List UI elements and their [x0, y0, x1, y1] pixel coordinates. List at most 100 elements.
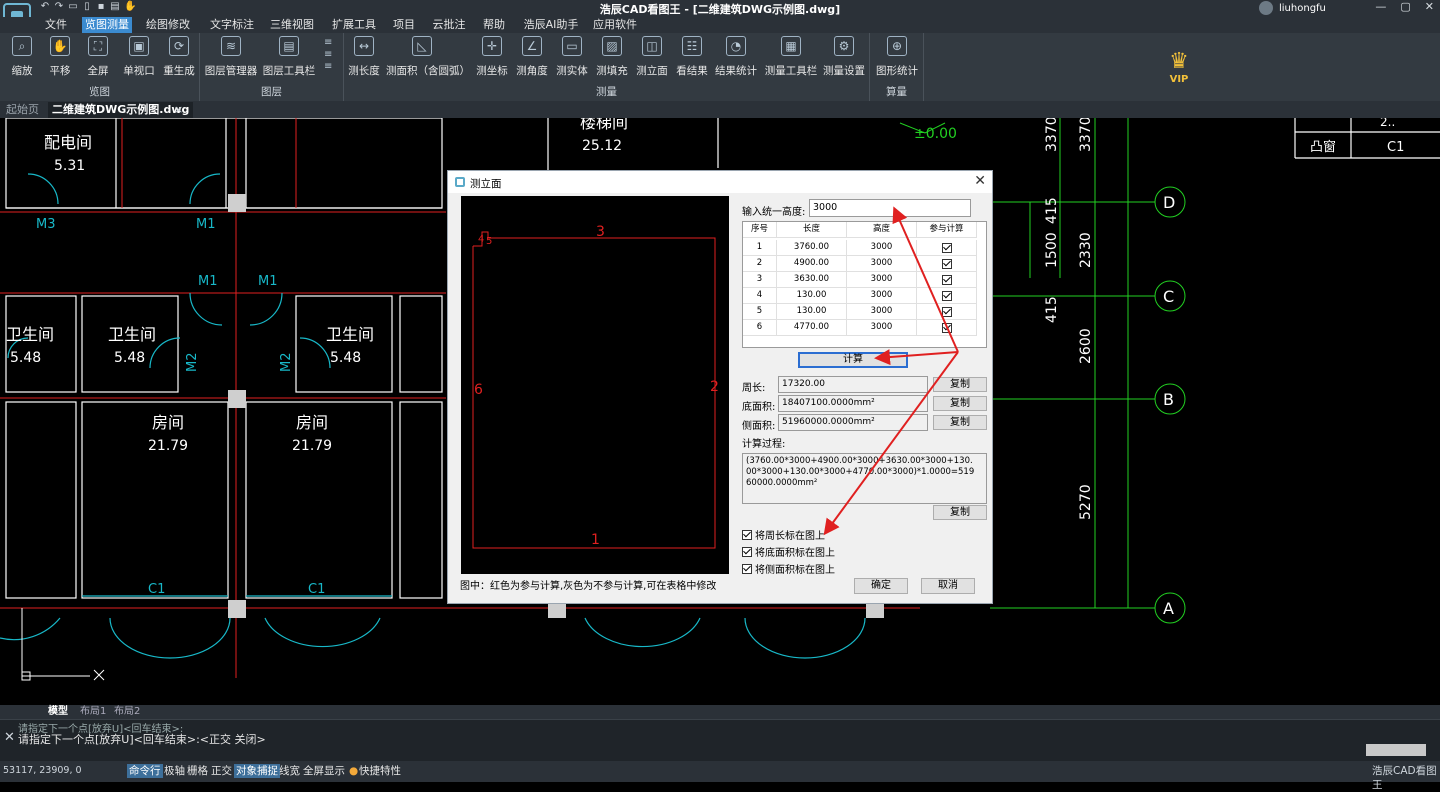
calculate-button[interactable]: 计算 [798, 352, 908, 368]
ribbon: ⌕ 缩放 ✋ 平移 ⛶ 全屏 ▣ 单视口 ⟳ 重生成 览图 ≋ 图层管理器 ▤ 图层工具栏 ≡… [0, 33, 1440, 101]
side-area-field[interactable]: 51960000.0000mm² [778, 414, 928, 431]
maximize-icon[interactable]: ▢ [1400, 0, 1410, 13]
close-icon[interactable]: ✕ [974, 173, 986, 189]
option-mark-side-area[interactable]: 将侧面积标在图上 [742, 561, 835, 576]
dialog-title: 测立面 [470, 178, 502, 190]
tab-layout1[interactable]: 布局1 [80, 705, 106, 719]
regen-button[interactable]: ⟳ 重生成 [162, 36, 196, 78]
zoom-button[interactable]: ⌕ 缩放 [8, 36, 36, 78]
close-icon[interactable]: ✕ [1425, 0, 1434, 13]
user-info[interactable]: liuhongfu [1259, 1, 1326, 15]
toggle-fullscreen[interactable]: 全屏显示 [303, 764, 345, 778]
tab-3d-view[interactable]: 三维视图 [268, 17, 316, 33]
edge-label: 4 [478, 234, 484, 245]
copy-side-area-button[interactable]: 复制 [933, 415, 987, 430]
single-viewport-button[interactable]: ▣ 单视口 [122, 36, 156, 78]
toggle-ortho[interactable]: 正交 [211, 764, 232, 778]
dimension-text: 3370 [1044, 118, 1060, 152]
perimeter-field[interactable]: 17320.00 [778, 376, 928, 393]
table-row[interactable]: 5 130.00 3000 [743, 304, 986, 320]
quick-properties[interactable]: 快捷特性 [359, 764, 401, 778]
measure-toolbar-button[interactable]: ▦ 测量工具栏 [764, 36, 818, 78]
measure-coord-button[interactable]: ✛ 测坐标 [474, 36, 510, 78]
room-area: 5.31 [54, 158, 85, 174]
door-label: M1 [198, 274, 218, 289]
tab-close-icon[interactable]: × [174, 102, 183, 118]
table-row[interactable]: 6 4770.00 3000 [743, 320, 986, 336]
tab-help[interactable]: 帮助 [480, 17, 508, 33]
command-line[interactable]: ✕ 请指定下一个点[放弃U]<回车结束>: 请指定下一个点[放弃U]<回车结束>… [0, 719, 1440, 762]
checkbox[interactable] [742, 529, 752, 540]
cancel-button[interactable]: 取消 [921, 578, 975, 594]
toggle-osnap[interactable]: 对象捕捉 [234, 764, 280, 778]
result-stats-button[interactable]: ◔ 结果统计 [714, 36, 758, 78]
height-label: 输入统一高度: [742, 207, 806, 218]
table-row[interactable]: 2 4900.00 3000 [743, 256, 986, 272]
copy-perimeter-button[interactable]: 复制 [933, 377, 987, 392]
measure-entity-button[interactable]: ▭ 测实体 [554, 36, 590, 78]
room-name: 配电间 [44, 133, 92, 152]
tab-extend-tools[interactable]: 扩展工具 [330, 17, 378, 33]
include-checkbox[interactable] [941, 275, 952, 285]
room-name: 卫生间 [326, 325, 374, 344]
copy-process-button[interactable]: 复制 [933, 505, 987, 520]
ok-button[interactable]: 确定 [854, 578, 908, 594]
close-icon[interactable]: ✕ [4, 730, 15, 745]
tab-current-drawing[interactable]: 二维建筑DWG示例图.dwg [48, 102, 194, 118]
table-row[interactable]: 1 3760.00 3000 [743, 240, 986, 256]
preview-canvas: 3 2 1 6 4 5 [461, 196, 729, 574]
include-checkbox[interactable] [941, 307, 952, 317]
tab-project[interactable]: 项目 [390, 17, 418, 33]
copy-base-area-button[interactable]: 复制 [933, 396, 987, 411]
tab-file[interactable]: 文件 [38, 17, 74, 33]
measure-elevation-button[interactable]: ◫ 测立面 [634, 36, 670, 78]
include-checkbox[interactable] [941, 291, 952, 301]
tab-ai-assistant[interactable]: 浩辰AI助手 [522, 17, 580, 33]
length-icon: ↔ [354, 36, 374, 56]
shape-stats-button[interactable]: ⊕ 图形统计 [875, 36, 919, 78]
toggle-lineweight[interactable]: 线宽 [279, 764, 300, 778]
toggle-grid[interactable]: 栅格 [187, 764, 208, 778]
layer-small-icons[interactable]: ≡ ≡ ≡ [324, 37, 332, 73]
vip-badge[interactable]: ♛ VIP [1163, 50, 1195, 86]
window-title: 浩辰CAD看图王 - [二维建筑DWG示例图.dwg] [599, 3, 841, 16]
height-input[interactable]: 3000 [809, 199, 971, 217]
checkbox[interactable] [742, 546, 752, 557]
base-area-field[interactable]: 18407100.0000mm² [778, 395, 928, 412]
option-mark-base-area[interactable]: 将底面积标在图上 [742, 544, 835, 559]
toggle-cmdline[interactable]: 命令行 [127, 764, 163, 778]
tab-text-dim[interactable]: 文字标注 [206, 17, 258, 33]
preview-note: 图中：红色为参与计算,灰色为不参与计算,可在表格中修改 [460, 581, 717, 592]
window-label: C1 [308, 582, 325, 597]
measure-toolbar-icon: ▦ [781, 36, 801, 56]
tab-layout2[interactable]: 布局2 [114, 705, 140, 719]
table-row[interactable]: 3 3630.00 3000 [743, 272, 986, 288]
tab-draw-modify[interactable]: 绘图修改 [142, 17, 194, 33]
measure-area-button[interactable]: ◺ 测面积（含圆弧） [386, 36, 470, 78]
tab-apps[interactable]: 应用软件 [592, 17, 638, 33]
layer-manager-button[interactable]: ≋ 图层管理器 [204, 36, 258, 78]
pan-button[interactable]: ✋ 平移 [46, 36, 74, 78]
horizontal-scrollbar[interactable] [1366, 744, 1426, 756]
table-row[interactable]: 4 130.00 3000 [743, 288, 986, 304]
minimize-icon[interactable]: — [1375, 0, 1386, 13]
include-checkbox[interactable] [941, 323, 952, 333]
include-checkbox[interactable] [941, 243, 952, 253]
tab-cloud-markup[interactable]: 云批注 [430, 17, 468, 33]
measure-angle-button[interactable]: ∠ 测角度 [514, 36, 550, 78]
measure-settings-button[interactable]: ⚙ 测量设置 [822, 36, 866, 78]
fullscreen-button[interactable]: ⛶ 全屏 [84, 36, 112, 78]
toggle-polar[interactable]: 极轴 [164, 764, 185, 778]
stats-icon: ◔ [726, 36, 746, 56]
layer-toolbar-button[interactable]: ▤ 图层工具栏 [262, 36, 316, 78]
measure-length-button[interactable]: ↔ 测长度 [346, 36, 382, 78]
tab-start-page[interactable]: 起始页 [6, 102, 39, 118]
measure-hatch-button[interactable]: ▨ 测填充 [594, 36, 630, 78]
process-textarea[interactable]: (3760.00*3000+4900.00*3000+3630.00*3000+… [742, 453, 987, 504]
checkbox[interactable] [742, 563, 752, 574]
tab-model[interactable]: 模型 [48, 705, 68, 719]
option-mark-perimeter[interactable]: 将周长标在图上 [742, 527, 825, 542]
view-results-button[interactable]: ☷ 看结果 [674, 36, 710, 78]
tab-view-measure[interactable]: 览图测量 [82, 17, 132, 33]
include-checkbox[interactable] [941, 259, 952, 269]
